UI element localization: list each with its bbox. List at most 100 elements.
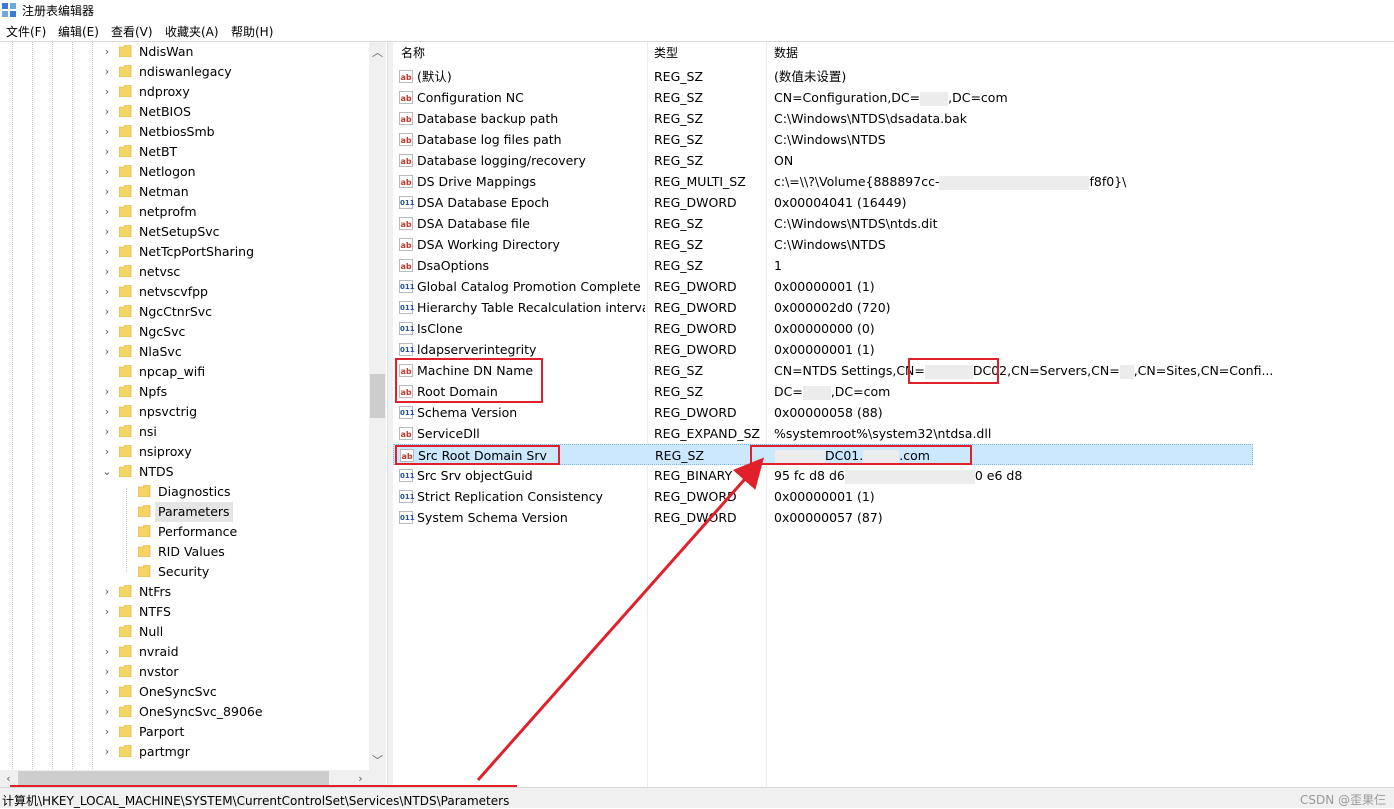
tree-item[interactable]: › OneSyncSvc_8906e [0,702,369,722]
value-row[interactable]: ab DSA Database file REG_SZ C:\Windows\NTDS… [393,213,1253,234]
tree-item[interactable]: › nsiproxy [0,442,369,462]
chevron-right-icon[interactable]: › [102,422,112,442]
values-list[interactable]: 名称 类型 数据 ab (默认) REG_SZ (数值未设置) ab Configurat… [393,42,1394,787]
value-row[interactable]: ab Configuration NC REG_SZ CN=Configuration… [393,87,1253,108]
tree-item[interactable]: Performance [0,522,369,542]
value-row[interactable]: ab ServiceDll REG_EXPAND_SZ %systemroot%\sy… [393,423,1253,444]
value-row[interactable]: 011 Src Srv objectGuid REG_BINARY 95 fc d8 … [393,465,1253,486]
menu-view[interactable]: 查看(V) [111,23,153,40]
chevron-right-icon[interactable]: › [102,242,112,262]
chevron-right-icon[interactable]: › [102,202,112,222]
tree-item[interactable]: › NetbiosSmb [0,122,369,142]
column-header-type[interactable]: 类型 [654,42,678,64]
chevron-right-icon[interactable]: › [102,702,112,722]
tree-item[interactable]: › NetSetupSvc [0,222,369,242]
tree-item[interactable]: › Netman [0,182,369,202]
chevron-right-icon[interactable]: › [102,722,112,742]
column-header-data[interactable]: 数据 [774,42,798,64]
tree-item[interactable]: › ndproxy [0,82,369,102]
tree-item[interactable]: › npsvctrig [0,402,369,422]
value-row[interactable]: 011 ldapserverintegrity REG_DWORD 0x0000000… [393,339,1253,360]
registry-tree[interactable]: › NdisWan › ndiswanlegacy › ndproxy › NetBIOS › N… [0,42,387,787]
tree-item[interactable]: npcap_wifi [0,362,369,382]
chevron-right-icon[interactable]: › [102,102,112,122]
tree-item[interactable]: › nvraid [0,642,369,662]
chevron-right-icon[interactable]: › [102,742,112,762]
tree-item[interactable]: Null [0,622,369,642]
tree-item[interactable]: › Parport [0,722,369,742]
chevron-right-icon[interactable]: › [102,302,112,322]
chevron-right-icon[interactable]: › [102,382,112,402]
chevron-right-icon[interactable]: › [102,642,112,662]
scroll-right-icon[interactable]: › [352,772,369,785]
chevron-right-icon[interactable]: › [102,342,112,362]
tree-item[interactable]: › nsi [0,422,369,442]
chevron-right-icon[interactable]: › [102,262,112,282]
value-row[interactable]: ab DS Drive Mappings REG_MULTI_SZ c:\=\\?\V… [393,171,1253,192]
tree-item[interactable]: › NdisWan [0,42,369,62]
chevron-right-icon[interactable]: › [102,582,112,602]
menu-favorites[interactable]: 收藏夹(A) [165,23,219,40]
tree-item[interactable]: RID Values [0,542,369,562]
value-row[interactable]: 011 Hierarchy Table Recalculation interva… [393,297,1253,318]
tree-item[interactable]: › NgcCtnrSvc [0,302,369,322]
tree-item[interactable]: › NetTcpPortSharing [0,242,369,262]
value-row[interactable]: 011 DSA Database Epoch REG_DWORD 0x00004041… [393,192,1253,213]
menu-edit[interactable]: 编辑(E) [58,23,99,40]
tree-item[interactable]: › Npfs [0,382,369,402]
chevron-right-icon[interactable]: › [102,122,112,142]
tree-item[interactable]: › partmgr [0,742,369,762]
tree-item[interactable]: Diagnostics [0,482,369,502]
tree-item[interactable]: ⌄ NTDS [0,462,369,482]
chevron-right-icon[interactable]: › [102,142,112,162]
tree-item[interactable]: › NlaSvc [0,342,369,362]
tree-item[interactable]: › NetBT [0,142,369,162]
tree-item[interactable]: Parameters [0,502,369,522]
tree-item[interactable]: › nvstor [0,662,369,682]
tree-item[interactable]: › netprofm [0,202,369,222]
chevron-right-icon[interactable]: › [102,662,112,682]
chevron-right-icon[interactable]: › [102,322,112,342]
value-row[interactable]: ab DsaOptions REG_SZ 1 [393,255,1253,276]
scrollbar-thumb[interactable] [18,771,329,786]
chevron-right-icon[interactable]: › [102,442,112,462]
scrollbar-thumb[interactable] [370,374,385,418]
chevron-right-icon[interactable]: › [102,282,112,302]
scroll-up-icon[interactable]: ︿ [369,44,386,60]
tree-item[interactable]: › NgcSvc [0,322,369,342]
value-row[interactable]: ab Database logging/recovery REG_SZ ON [393,150,1253,171]
tree-item[interactable]: Security [0,562,369,582]
chevron-right-icon[interactable]: › [102,162,112,182]
value-row[interactable]: 011 Global Catalog Promotion Complete REG_… [393,276,1253,297]
tree-item[interactable]: › netvsc [0,262,369,282]
value-row[interactable]: ab DSA Working Directory REG_SZ C:\Windows\… [393,234,1253,255]
value-row[interactable]: ab Database log files path REG_SZ C:\Window… [393,129,1253,150]
chevron-right-icon[interactable]: › [102,82,112,102]
chevron-right-icon[interactable]: › [102,222,112,242]
chevron-right-icon[interactable]: › [102,42,112,62]
tree-item[interactable]: › netvscvfpp [0,282,369,302]
chevron-right-icon[interactable]: › [102,682,112,702]
column-header-name[interactable]: 名称 [401,42,425,64]
tree-item[interactable]: › NetBIOS [0,102,369,122]
value-row[interactable]: ab (默认) REG_SZ (数值未设置) [393,66,1253,87]
chevron-right-icon[interactable]: › [102,62,112,82]
scroll-down-icon[interactable]: ﹀ [369,752,386,768]
scroll-left-icon[interactable]: ‹ [0,772,17,785]
tree-vertical-scrollbar[interactable]: ︿ ﹀ [369,42,386,770]
tree-item[interactable]: › ndiswanlegacy [0,62,369,82]
tree-item[interactable]: › OneSyncSvc [0,682,369,702]
menu-file[interactable]: 文件(F) [6,23,46,40]
chevron-right-icon[interactable]: › [102,602,112,622]
value-row[interactable]: 011 Strict Replication Consistency REG_DWO… [393,486,1253,507]
value-row[interactable]: 011 System Schema Version REG_DWORD 0x00000… [393,507,1253,528]
tree-item[interactable]: › Netlogon [0,162,369,182]
value-row[interactable]: 011 Schema Version REG_DWORD 0x00000058 (88… [393,402,1253,423]
value-row[interactable]: ab Database backup path REG_SZ C:\Windows\N… [393,108,1253,129]
tree-item[interactable]: › NTFS [0,602,369,622]
tree-item[interactable]: › NtFrs [0,582,369,602]
chevron-right-icon[interactable]: › [102,182,112,202]
chevron-right-icon[interactable]: › [102,402,112,422]
chevron-down-icon[interactable]: ⌄ [102,462,112,482]
value-row[interactable]: 011 IsClone REG_DWORD 0x00000000 (0) [393,318,1253,339]
